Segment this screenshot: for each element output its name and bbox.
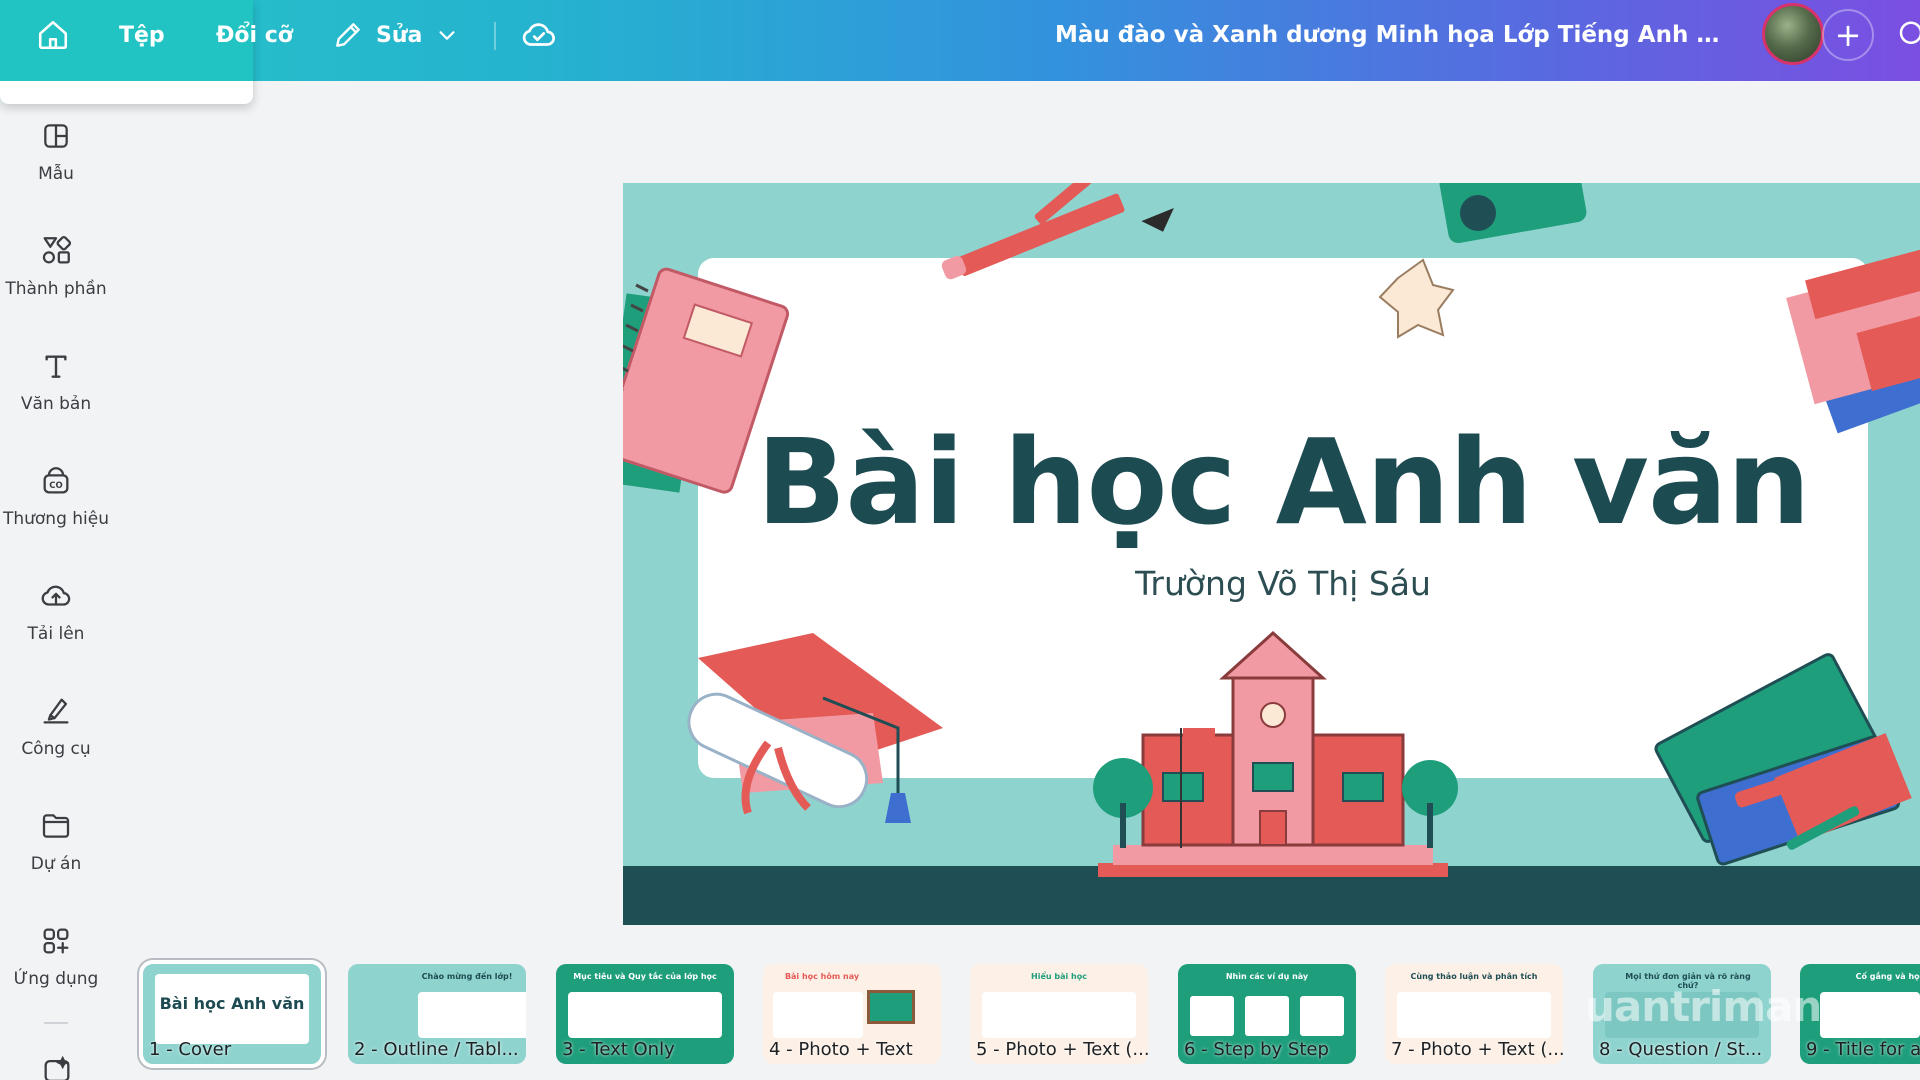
thumbnail-page-6[interactable]: Nhìn các ví dụ này 6 - Step by Step <box>1178 964 1356 1064</box>
sidebar-item-label: Thương hiệu <box>2 509 110 529</box>
thumbnail-page-3[interactable]: Mục tiêu và Quy tắc của lớp học 3 - Text… <box>556 964 734 1064</box>
sidebar-item-projects[interactable]: Dự án <box>0 808 112 908</box>
sidebar-item-uploads[interactable]: Tải lên <box>0 578 112 678</box>
brand-icon: CO <box>38 463 74 499</box>
toolbar-divider <box>494 22 496 50</box>
thumb-label: 5 - Photo + Text (... <box>976 1039 1148 1060</box>
slide-subtitle[interactable]: Trường Võ Thị Sáu <box>698 564 1868 603</box>
chalkboard-icon <box>867 990 915 1024</box>
sidebar-item-elements[interactable]: Thành phần <box>0 233 112 333</box>
save-status-button[interactable] <box>520 0 558 70</box>
user-avatar[interactable] <box>1762 3 1824 65</box>
thumb-label: 9 - Title for a <box>1806 1039 1920 1060</box>
thumb-label: 7 - Photo + Text (... <box>1391 1039 1563 1060</box>
thumb-mini-title: Cùng thảo luận và phân tích <box>1410 972 1538 981</box>
sidebar-item-text[interactable]: Văn bản <box>0 348 112 448</box>
thumb-mini-title: Hiểu bài học <box>1031 972 1087 981</box>
sidebar-item-label: Tải lên <box>27 624 85 644</box>
thumb-label: 1 - Cover <box>149 1039 232 1060</box>
thumb-mini-title: Cố gắng và học <box>1855 972 1920 981</box>
thumb-card <box>568 992 722 1038</box>
template-icon <box>38 118 74 154</box>
apps-icon <box>38 923 74 959</box>
pencil-icon <box>332 19 364 51</box>
resize-button[interactable]: Đổi cỡ <box>216 0 293 70</box>
sidebar-item-label: Thành phần <box>5 279 107 299</box>
cloud-check-icon <box>520 16 558 54</box>
elements-icon <box>38 233 74 269</box>
pencil-case-illustration <box>1654 653 1912 866</box>
thumbnail-page-4[interactable]: Bài học hôm nay 4 - Photo + Text <box>763 964 941 1064</box>
sidebar-item-brand[interactable]: CO Thương hiệu <box>0 463 112 563</box>
slide-canvas[interactable]: Bài học Anh văn Trường Võ Thị Sáu <box>623 183 1920 925</box>
sidebar-item-label: Mẫu <box>38 164 74 184</box>
document-title[interactable]: Màu đào và Xanh dương Minh họa Lớp Tiếng… <box>1055 22 1735 52</box>
thumb-card <box>773 992 863 1038</box>
thumbnail-page-1[interactable]: Bài học Anh văn 1 - Cover <box>139 960 325 1068</box>
sidebar-item-templates[interactable]: Mẫu <box>0 118 112 218</box>
thumb-label: 8 - Question / St... <box>1599 1039 1763 1060</box>
text-icon <box>38 348 74 384</box>
folder-icon <box>38 808 74 844</box>
thumb-card <box>418 992 526 1038</box>
books-illustration <box>1786 246 1920 434</box>
sidebar-item-label: Công cụ <box>21 739 91 759</box>
thumbnail-page-5[interactable]: Hiểu bài học 5 - Photo + Text (... <box>970 964 1148 1064</box>
add-collaborator-button[interactable]: + <box>1822 9 1874 61</box>
sidebar-item-tools[interactable]: Công cụ <box>0 693 112 793</box>
thumb-card <box>982 992 1136 1038</box>
plus-icon: + <box>1834 16 1862 54</box>
thumb-card <box>1397 992 1551 1038</box>
file-menu-button[interactable]: Tệp <box>119 0 165 70</box>
thumb-mini-title: Nhìn các ví dụ này <box>1225 972 1309 981</box>
sharpener-illustration <box>1378 183 1587 339</box>
graduation-cap-illustration <box>687 633 943 823</box>
tools-icon <box>38 693 74 729</box>
sidebar-item-label: Dự án <box>30 854 82 874</box>
sidebar-item-label: Văn bản <box>20 394 92 414</box>
svg-text:CO: CO <box>49 481 62 491</box>
chevron-down-icon <box>436 24 458 46</box>
upload-icon <box>38 578 74 614</box>
slide-illustrations <box>623 183 1920 877</box>
home-button[interactable] <box>36 0 70 70</box>
comment-icon[interactable] <box>1896 14 1920 54</box>
thumb-mini-title: Bài học hôm nay <box>784 972 860 981</box>
thumb-label: 3 - Text Only <box>562 1039 675 1060</box>
edit-menu-button[interactable]: Sửa <box>332 0 458 70</box>
thumb-mini-title: Mục tiêu và Quy tắc của lớp học <box>573 972 717 981</box>
pencil-illustration <box>941 183 1174 280</box>
thumbnail-page-2[interactable]: Chào mừng đến lớp! 2 - Outline / Tabl... <box>348 964 526 1064</box>
slide-title[interactable]: Bài học Anh văn <box>698 413 1868 551</box>
left-sidebar: Mẫu Thành phần Văn bản CO Thương hiệu Tả… <box>0 104 112 1080</box>
thumbnail-page-7[interactable]: Cùng thảo luận và phân tích 7 - Photo + … <box>1385 964 1563 1064</box>
thumb-label: 6 - Step by Step <box>1184 1039 1329 1060</box>
edit-menu-label: Sửa <box>376 22 423 48</box>
home-icon <box>36 18 70 52</box>
thumb-card <box>1190 992 1344 1038</box>
school-illustration <box>1093 630 1458 877</box>
thumb-label: 4 - Photo + Text <box>769 1039 913 1060</box>
thumb-label: 2 - Outline / Tabl... <box>354 1039 519 1060</box>
thumb-mini-title: Chào mừng đến lớp! <box>421 972 513 981</box>
watermark-logo: uantrimang <box>1585 982 1851 1031</box>
top-toolbar: Tệp Đổi cỡ Sửa Màu đào và Xanh dương Min… <box>0 0 1920 104</box>
thumb-mini-title: Bài học Anh văn <box>159 994 305 1013</box>
home-panel-dropdown <box>0 81 253 104</box>
